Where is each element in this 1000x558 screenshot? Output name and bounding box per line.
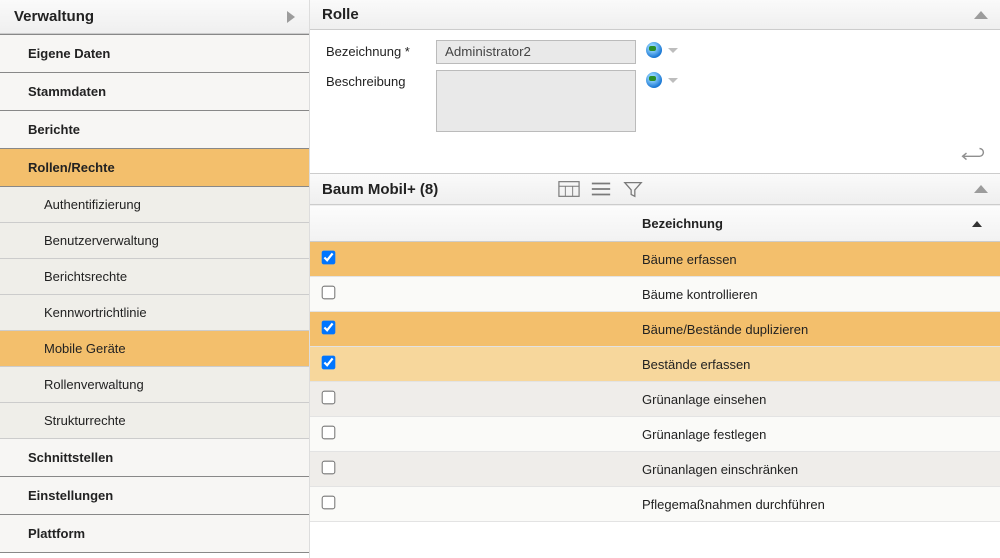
filter-icon[interactable] <box>622 180 644 198</box>
collapse-rolle-icon[interactable] <box>974 11 988 19</box>
list-icon[interactable] <box>590 180 612 198</box>
section-permissions-title: Baum Mobil+ (8) <box>322 181 438 198</box>
row-checkbox[interactable] <box>322 496 336 510</box>
row-checkbox[interactable] <box>322 251 336 265</box>
row-label: Grünanlagen einschränken <box>642 462 798 477</box>
chevron-down-icon[interactable] <box>668 48 678 53</box>
sidebar-sub-strukturrechte[interactable]: Strukturrechte <box>0 403 309 439</box>
globe-icon[interactable] <box>646 72 662 88</box>
globe-icon[interactable] <box>646 42 662 58</box>
row-checkbox[interactable] <box>322 356 336 370</box>
section-permissions-header: Baum Mobil+ (8) <box>310 174 1000 205</box>
sidebar-item-berichte[interactable]: Berichte <box>0 111 309 149</box>
sidebar: Verwaltung Eigene Daten Stammdaten Beric… <box>0 0 310 558</box>
row-checkbox[interactable] <box>322 321 336 335</box>
return-icon[interactable] <box>960 146 986 167</box>
row-checkbox[interactable] <box>322 426 336 440</box>
row-label: Bestände erfassen <box>642 357 750 372</box>
sidebar-item-stammdaten[interactable]: Stammdaten <box>0 73 309 111</box>
grid-row[interactable]: Pflegemaßnahmen durchführen <box>310 487 1000 522</box>
sidebar-sub-rollenverwaltung[interactable]: Rollenverwaltung <box>0 367 309 403</box>
grid-column-header: Bezeichnung <box>310 205 1000 242</box>
main: Rolle Bezeichnung * Beschreibung Baum Mo… <box>310 0 1000 558</box>
row-label: Pflegemaßnahmen durchführen <box>642 497 825 512</box>
sort-ascending-icon[interactable] <box>972 221 982 227</box>
grid-body: Bäume erfassen Bäume kontrollieren Bäume/B… <box>310 242 1000 522</box>
grid-row[interactable]: Grünanlagen einschränken <box>310 452 1000 487</box>
label-beschreibung: Beschreibung <box>326 70 436 89</box>
columns-icon[interactable] <box>558 180 580 198</box>
sidebar-item-eigene-daten[interactable]: Eigene Daten <box>0 34 309 73</box>
sidebar-title: Verwaltung <box>14 8 94 25</box>
row-label: Bäume/Bestände duplizieren <box>642 322 808 337</box>
section-rolle-header: Rolle <box>310 0 1000 30</box>
row-label: Grünanlage einsehen <box>642 392 766 407</box>
row-label: Bäume erfassen <box>642 252 737 267</box>
row-label: Grünanlage festlegen <box>642 427 766 442</box>
sidebar-item-schnittstellen[interactable]: Schnittstellen <box>0 439 309 477</box>
collapse-permissions-icon[interactable] <box>974 185 988 193</box>
sidebar-header: Verwaltung <box>0 0 309 34</box>
grid-row[interactable]: Bestände erfassen <box>310 347 1000 382</box>
grid-row[interactable]: Grünanlage einsehen <box>310 382 1000 417</box>
sidebar-item-rollen-rechte[interactable]: Rollen/Rechte <box>0 149 309 187</box>
label-bezeichnung: Bezeichnung * <box>326 40 436 59</box>
sidebar-sub-benutzerverwaltung[interactable]: Benutzerverwaltung <box>0 223 309 259</box>
grid-row[interactable]: Bäume/Bestände duplizieren <box>310 312 1000 347</box>
chevron-right-icon[interactable] <box>287 11 295 23</box>
sidebar-sub-mobile-geraete[interactable]: Mobile Geräte <box>0 331 309 367</box>
row-checkbox[interactable] <box>322 286 336 300</box>
sidebar-sub-berichtsrechte[interactable]: Berichtsrechte <box>0 259 309 295</box>
row-label: Bäume kontrollieren <box>642 287 758 302</box>
row-checkbox[interactable] <box>322 391 336 405</box>
section-rolle-title: Rolle <box>322 6 359 23</box>
sidebar-sub-kennwortrichtlinie[interactable]: Kennwortrichtlinie <box>0 295 309 331</box>
row-checkbox[interactable] <box>322 461 336 475</box>
input-bezeichnung[interactable] <box>436 40 636 64</box>
sidebar-sub-authentifizierung[interactable]: Authentifizierung <box>0 187 309 223</box>
grid-row[interactable]: Bäume kontrollieren <box>310 277 1000 312</box>
input-beschreibung[interactable] <box>436 70 636 132</box>
sidebar-item-plattform[interactable]: Plattform <box>0 515 309 553</box>
chevron-down-icon[interactable] <box>668 78 678 83</box>
grid-row[interactable]: Grünanlage festlegen <box>310 417 1000 452</box>
column-bezeichnung[interactable]: Bezeichnung <box>642 216 723 231</box>
rolle-form: Bezeichnung * Beschreibung <box>310 30 1000 144</box>
sidebar-item-einstellungen[interactable]: Einstellungen <box>0 477 309 515</box>
grid-row[interactable]: Bäume erfassen <box>310 242 1000 277</box>
